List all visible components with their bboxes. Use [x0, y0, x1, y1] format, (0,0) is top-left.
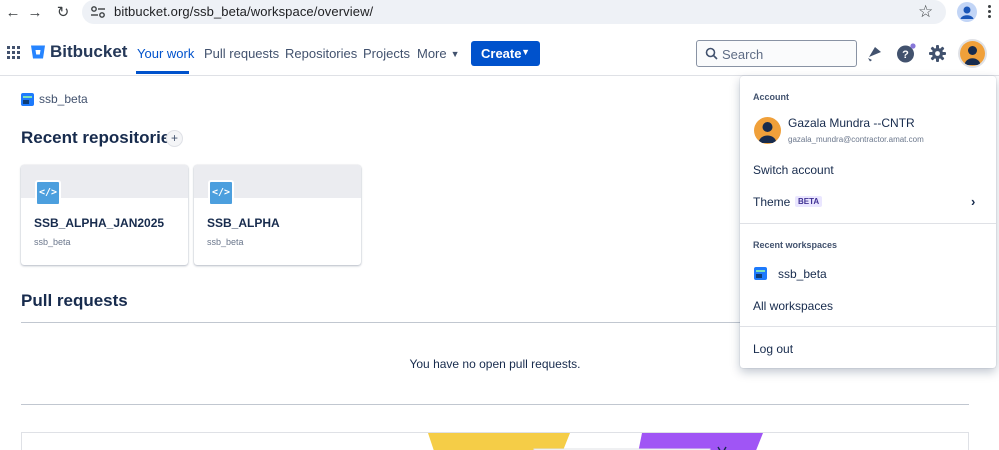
recent-workspace-item[interactable]: ssb_beta [778, 267, 827, 281]
bitbucket-logo-icon[interactable] [30, 44, 46, 60]
account-user-email: gazala_mundra@contractor.amat.com [788, 135, 924, 144]
account-avatar [754, 117, 781, 144]
repo-workspace: ssb_beta [34, 237, 71, 247]
repo-card[interactable]: </> SSB_ALPHA_JAN2025 ssb_beta [21, 165, 188, 265]
app-header: Bitbucket Your work Pull requests Reposi… [0, 31, 999, 76]
search-placeholder: Search [722, 47, 764, 62]
recent-workspaces-heading: Recent workspaces [753, 240, 838, 250]
repo-workspace: ssb_beta [207, 237, 244, 247]
browser-toolbar: ← → ↻ bitbucket.org/ssb_beta/workspace/o… [0, 0, 999, 26]
workspace-name: ssb_beta [39, 92, 88, 106]
svg-text:?: ? [902, 49, 909, 61]
recent-repositories-title: Recent repositories [21, 128, 180, 147]
search-icon [705, 47, 718, 60]
all-workspaces-item[interactable]: All workspaces [753, 299, 833, 313]
app-switcher-icon[interactable] [7, 46, 20, 59]
active-nav-indicator [136, 71, 189, 74]
log-out-item[interactable]: Log out [753, 342, 793, 356]
nav-pull-requests[interactable]: Pull requests [204, 46, 279, 61]
chevron-right-icon[interactable]: › [971, 194, 975, 209]
workspace-breadcrumb[interactable]: ssb_beta [21, 92, 88, 106]
nav-more-label: More [417, 46, 447, 61]
add-repository-icon[interactable]: + [166, 130, 183, 147]
beta-badge: BETA [795, 196, 823, 207]
repo-card[interactable]: </> SSB_ALPHA ssb_beta [194, 165, 361, 265]
notifications-icon[interactable] [864, 43, 885, 64]
site-settings-icon[interactable] [90, 5, 106, 19]
account-user-name: Gazala Mundra --CNTR [788, 116, 915, 130]
create-button[interactable]: Create ▼ [471, 41, 540, 66]
workspace-icon [754, 267, 767, 280]
workspace-icon [21, 92, 34, 106]
nav-projects[interactable]: Projects [363, 46, 410, 61]
chevron-down-icon: ▼ [521, 47, 530, 57]
menu-separator [740, 223, 996, 224]
repo-name[interactable]: SSB_ALPHA_JAN2025 [34, 216, 164, 230]
create-button-label: Create [481, 46, 522, 61]
url-text[interactable]: bitbucket.org/ssb_beta/workspace/overvie… [114, 4, 373, 19]
nav-more[interactable]: More ▼ [417, 46, 460, 61]
menu-separator [740, 326, 996, 327]
brand-name[interactable]: Bitbucket [50, 42, 127, 62]
nav-repositories[interactable]: Repositories [285, 46, 357, 61]
bookmark-star-icon[interactable]: ☆ [918, 2, 933, 22]
browser-profile-icon[interactable] [957, 2, 977, 22]
code-repo-icon: </> [208, 180, 234, 206]
settings-gear-icon[interactable] [927, 43, 948, 64]
address-bar[interactable]: bitbucket.org/ssb_beta/workspace/overvie… [82, 0, 946, 24]
repo-name[interactable]: SSB_ALPHA [207, 216, 280, 230]
account-heading: Account [753, 92, 789, 102]
pull-requests-title: Pull requests [21, 291, 128, 310]
search-input[interactable]: Search [696, 40, 857, 67]
switch-account-item[interactable]: Switch account [753, 163, 834, 177]
browser-menu-icon[interactable] [986, 3, 992, 21]
theme-item[interactable]: Theme [753, 195, 790, 209]
code-repo-icon: </> [35, 180, 61, 206]
account-dropdown-menu: Account Gazala Mundra --CNTR gazala_mund… [740, 76, 996, 368]
reload-icon[interactable]: ↻ [52, 2, 74, 24]
help-icon[interactable]: ? [895, 43, 916, 64]
forward-icon[interactable]: → [24, 2, 46, 24]
user-avatar[interactable] [960, 41, 985, 66]
nav-your-work[interactable]: Your work [137, 46, 194, 61]
section-divider [21, 404, 969, 405]
back-icon[interactable]: ← [2, 2, 24, 24]
chevron-down-icon: ▼ [450, 49, 460, 59]
promo-banner [21, 432, 969, 450]
promo-illustration [428, 433, 763, 450]
